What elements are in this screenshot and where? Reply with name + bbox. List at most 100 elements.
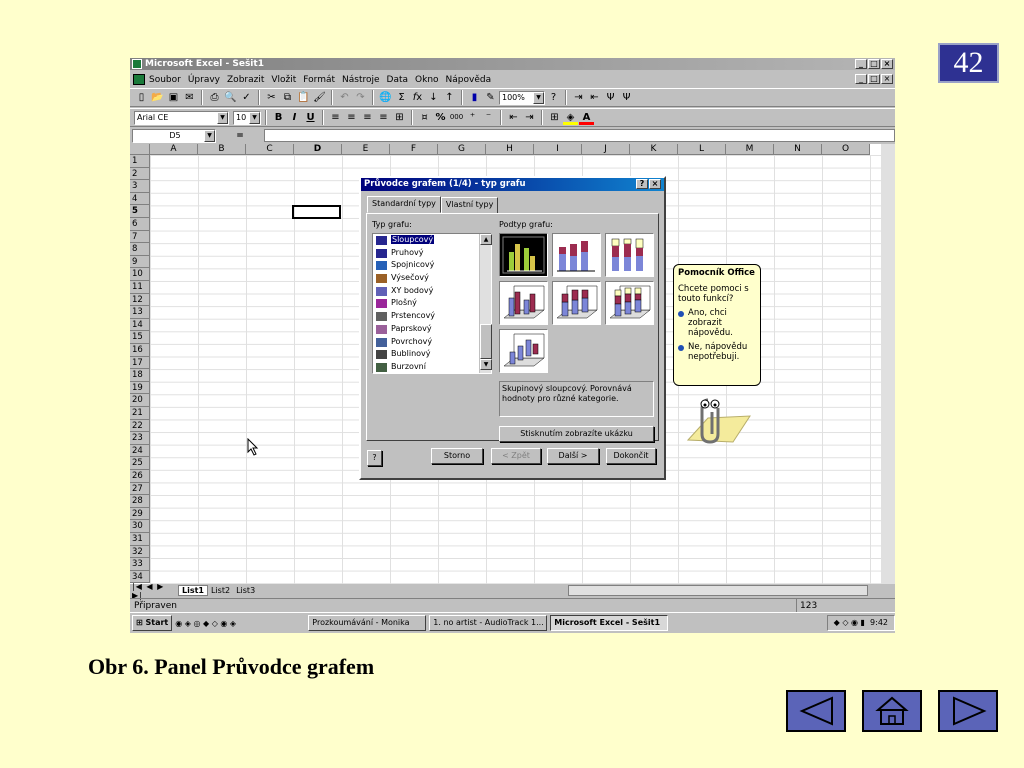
doc-minimize-button[interactable]: _: [855, 74, 867, 84]
chart-type-item[interactable]: XY bodový: [373, 285, 477, 298]
row-header[interactable]: 11: [130, 281, 150, 294]
chart-type-item[interactable]: Povrchový: [373, 336, 477, 349]
close-button[interactable]: ×: [881, 59, 893, 69]
doc-close-button[interactable]: ×: [881, 74, 893, 84]
print-icon[interactable]: ⎙: [207, 90, 222, 105]
autosum-icon[interactable]: Σ: [394, 90, 409, 105]
filter-icon[interactable]: Ψ: [603, 90, 618, 105]
row-header[interactable]: 23: [130, 432, 150, 445]
row-header[interactable]: 7: [130, 230, 150, 244]
bold-button[interactable]: B: [271, 110, 286, 125]
office-assistant-button[interactable]: ?: [367, 450, 382, 466]
column-header[interactable]: H: [486, 144, 534, 155]
column-header[interactable]: O: [822, 144, 870, 155]
increase-decimal-icon[interactable]: ⁺: [465, 110, 480, 125]
name-box[interactable]: D5 ▼: [132, 128, 216, 143]
hyperlink-icon[interactable]: 🌐: [378, 90, 393, 105]
sheet-tab-list1[interactable]: List1: [178, 585, 208, 596]
increase-indent-icon[interactable]: ⇥: [522, 110, 537, 125]
preview-button[interactable]: Stisknutím zobrazíte ukázku: [499, 426, 654, 442]
email-icon[interactable]: ✉: [182, 90, 197, 105]
row-header[interactable]: 5: [130, 205, 150, 218]
row-header[interactable]: 21: [130, 407, 150, 420]
row-header[interactable]: 20: [130, 394, 150, 407]
tab-standard-types[interactable]: Standardní typy: [367, 196, 441, 213]
zoom-select[interactable]: 100% ▼: [499, 90, 545, 105]
menu-item[interactable]: Úpravy: [188, 75, 220, 85]
dialog-close-button[interactable]: ×: [649, 179, 661, 189]
save-icon[interactable]: ▣: [166, 90, 181, 105]
row-header[interactable]: 6: [130, 218, 150, 231]
column-header[interactable]: A: [150, 144, 198, 155]
row-header[interactable]: 22: [130, 419, 150, 433]
row-header[interactable]: 32: [130, 545, 150, 559]
align-left-icon[interactable]: ≡: [328, 110, 343, 125]
thousands-button[interactable]: 000: [449, 110, 464, 125]
row-header[interactable]: 16: [130, 344, 150, 357]
sheet-nav-icons[interactable]: |◀ ◀ ▶ ▶|: [130, 582, 178, 600]
justify-icon[interactable]: ≡: [376, 110, 391, 125]
assistant-option-yes[interactable]: Ano, chci zobrazit nápovědu.: [678, 308, 756, 338]
row-header[interactable]: 3: [130, 180, 150, 193]
next-slide-button[interactable]: [938, 690, 998, 732]
row-header[interactable]: 1: [130, 155, 150, 168]
merge-center-icon[interactable]: ⊞: [392, 110, 407, 125]
row-header[interactable]: 14: [130, 318, 150, 332]
row-header[interactable]: 25: [130, 457, 150, 470]
row-header[interactable]: 10: [130, 268, 150, 281]
row-header[interactable]: 17: [130, 356, 150, 370]
taskbar-item-excel[interactable]: Microsoft Excel - Sešit1: [550, 615, 669, 631]
sheet-tab-list3[interactable]: List3: [233, 586, 258, 595]
new-icon[interactable]: ▯: [134, 90, 149, 105]
taskbar-item-explorer[interactable]: Prozkoumávání - Monika: [308, 615, 427, 631]
horizontal-scrollbar[interactable]: [568, 585, 869, 596]
menu-item[interactable]: Okno: [415, 75, 439, 85]
row-header[interactable]: 31: [130, 533, 150, 546]
menu-item[interactable]: Zobrazit: [227, 75, 264, 85]
row-header[interactable]: 15: [130, 331, 150, 344]
filter-options-icon[interactable]: Ψ: [619, 90, 634, 105]
type-list-scrollbar[interactable]: ▲ ▼: [479, 234, 492, 373]
back-button[interactable]: < Zpět: [491, 448, 541, 464]
open-icon[interactable]: 📂: [150, 90, 165, 105]
subtype-100-stacked-column[interactable]: [605, 233, 654, 277]
subtype-3d-column[interactable]: [499, 329, 548, 373]
finish-button[interactable]: Dokončit: [606, 448, 656, 464]
column-header[interactable]: M: [726, 144, 774, 155]
chart-type-item[interactable]: Bublinový: [373, 348, 477, 361]
row-header[interactable]: 33: [130, 558, 150, 571]
column-header[interactable]: L: [678, 144, 726, 155]
sort-asc-icon[interactable]: ↓: [426, 90, 441, 105]
row-header[interactable]: 4: [130, 192, 150, 206]
start-button[interactable]: ⊞ Start: [132, 615, 173, 631]
chart-type-item[interactable]: Paprskový: [373, 323, 477, 336]
row-header[interactable]: 19: [130, 381, 150, 395]
clippy-icon[interactable]: [678, 390, 753, 452]
subtype-3d-stacked-column[interactable]: [552, 281, 601, 325]
align-right-icon[interactable]: ≡: [360, 110, 375, 125]
row-header[interactable]: 13: [130, 306, 150, 319]
chart-type-list[interactable]: Sloupcový Pruhový Spojnicový Výsečový XY bod…: [372, 233, 492, 374]
merge-icon[interactable]: ⇥: [571, 90, 586, 105]
borders-icon[interactable]: ⊞: [547, 110, 562, 125]
chart-type-item[interactable]: Spojnicový: [373, 259, 477, 272]
row-header[interactable]: 28: [130, 495, 150, 508]
subtype-3d-100-stacked-column[interactable]: [605, 281, 654, 325]
column-header[interactable]: F: [390, 144, 438, 155]
decrease-indent-icon[interactable]: ⇤: [506, 110, 521, 125]
subtype-stacked-column[interactable]: [552, 233, 601, 277]
document-icon[interactable]: [133, 74, 145, 85]
column-header[interactable]: C: [246, 144, 294, 155]
chart-type-item[interactable]: Výsečový: [373, 272, 477, 285]
italic-button[interactable]: I: [287, 110, 302, 125]
unmerge-icon[interactable]: ⇤: [587, 90, 602, 105]
doc-restore-button[interactable]: □: [868, 74, 880, 84]
row-header[interactable]: 30: [130, 520, 150, 533]
currency-icon[interactable]: ¤: [417, 110, 432, 125]
assistant-option-no[interactable]: Ne, nápovědu nepotřebuji.: [678, 342, 756, 362]
chart-type-item[interactable]: Sloupcový: [373, 234, 477, 247]
vertical-scrollbar[interactable]: [881, 144, 895, 584]
taskbar-item-audiotrack[interactable]: 1. no artist - AudioTrack 1...: [429, 615, 548, 631]
home-button[interactable]: [862, 690, 922, 732]
font-color-icon[interactable]: A: [579, 110, 594, 125]
